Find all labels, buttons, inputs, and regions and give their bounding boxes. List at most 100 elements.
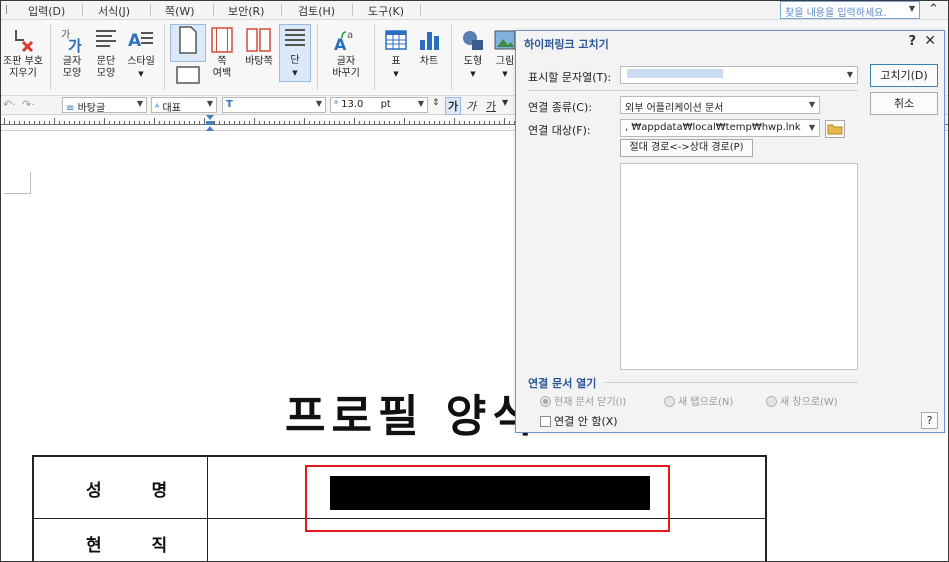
ruler-tick [49, 121, 50, 125]
chevron-down-icon[interactable]: ▼ [502, 98, 508, 107]
ruler-tick [304, 118, 305, 125]
link-target-field[interactable]: , ₩appdata₩local₩temp₩hwp.lnk ▼ [620, 119, 820, 137]
chevron-down-icon[interactable]: ▼ [137, 99, 143, 108]
display-text-field[interactable]: ▼ [620, 66, 858, 84]
ribbon-separator [451, 24, 452, 90]
chevron-down-icon[interactable]: ▼ [207, 99, 213, 108]
style-select[interactable]: ≡ 바탕글 ▼ [62, 97, 147, 113]
radio-new-window[interactable]: 새 창으로(W) [766, 393, 838, 408]
radio-new-tab-label: 새 탭으로(N) [678, 397, 734, 408]
browse-folder-button[interactable] [825, 120, 845, 138]
font-select[interactable]: T ▼ [222, 97, 326, 113]
menu-insert[interactable]: 입력(D) [28, 3, 65, 19]
ribbon-separator [50, 24, 51, 90]
chevron-down-icon[interactable]: ▼ [316, 99, 322, 108]
chevron-down-icon[interactable]: ▼ [418, 99, 424, 108]
radio-unchecked-icon [664, 396, 675, 407]
ruler-tick [434, 121, 435, 125]
ruler-tick [379, 121, 380, 125]
cancel-button[interactable]: 취소 [870, 92, 938, 115]
apply-button[interactable]: 고치기(D) [870, 64, 938, 87]
chevron-down-icon[interactable]: ▼ [809, 123, 815, 132]
undo-icon[interactable]: ↶· [3, 98, 16, 111]
radio-unchecked-icon [766, 396, 777, 407]
ruler-tick [64, 121, 65, 125]
radio-new-tab[interactable]: 새 탭으로(N) [664, 393, 733, 408]
bold-button[interactable]: 가 [445, 97, 462, 115]
font-size-stepper[interactable]: ⇕ [432, 98, 440, 108]
menu-review[interactable]: 검토(H) [298, 3, 335, 19]
menu-tools[interactable]: 도구(K) [368, 3, 404, 19]
menu-page[interactable]: 쪽(W) [165, 3, 195, 19]
chevron-down-icon[interactable]: ▼ [809, 100, 815, 109]
chevron-down-icon[interactable]: ▼ [458, 68, 488, 80]
page-margin-button[interactable]: 쪽 여백 [206, 26, 238, 80]
ruler-tick [419, 121, 420, 125]
underline-button[interactable]: 가 [486, 98, 496, 114]
table-row[interactable]: 성 명 [34, 457, 207, 518]
table-button[interactable]: 표 ▼ [381, 26, 411, 80]
link-type-select[interactable]: 외부 어플리케이션 문서 ▼ [620, 96, 820, 114]
group-divider [604, 382, 858, 383]
help-icon[interactable]: ? [908, 34, 916, 49]
chart-button[interactable]: 차트 [414, 26, 444, 68]
chevron-down-icon[interactable]: ▼ [381, 68, 411, 80]
ruler-tick [179, 121, 180, 125]
page-landscape-button[interactable] [172, 64, 204, 86]
columns-button[interactable]: 단 ▼ [279, 24, 311, 82]
search-input[interactable]: 찾을 내용을 입력하세요. ▼ [780, 1, 920, 19]
ruler-tick [349, 121, 350, 125]
ruler-tick [414, 121, 415, 125]
menu-security[interactable]: 보안(R) [228, 3, 264, 19]
dialog-title-bar[interactable]: 하이퍼링크 고치기 ? ✕ [516, 31, 944, 54]
font-size-field[interactable]: ᵃ 13.0 pt ▼ [330, 97, 428, 113]
radio-close-current[interactable]: 현재 문서 닫기(I) [540, 393, 626, 408]
ruler-tick [289, 121, 290, 125]
path-toggle-button[interactable]: 절대 경로<->상대 경로(P) [620, 139, 753, 157]
shape-button[interactable]: 도형 ▼ [458, 26, 488, 80]
char-change-button[interactable]: A a 글자 바꾸기 [326, 26, 366, 80]
style-select-value: 바탕글 [77, 103, 106, 113]
ruler-tick [54, 118, 55, 125]
ruler-tick [404, 118, 405, 125]
language-select[interactable]: ᴬ 대표 ▼ [151, 97, 217, 113]
menu-format[interactable]: 서식(J) [98, 3, 130, 19]
table-label: 표 [391, 56, 401, 67]
language-icon: ᴬ [155, 103, 160, 113]
close-icon[interactable]: ✕ [924, 33, 936, 49]
char-shape-icon: 가 가 [61, 29, 82, 54]
svg-text:A: A [128, 31, 142, 51]
ruler-tick [4, 118, 5, 125]
no-link-checkbox[interactable]: 연결 안 함(X) [540, 413, 618, 429]
indent-marker-icon[interactable] [206, 115, 214, 131]
char-shape-button[interactable]: 가 가 글자 모양 [56, 26, 88, 80]
chevron-down-icon[interactable]: ▼ [124, 68, 158, 80]
ruler-tick [89, 121, 90, 125]
background-page-button[interactable]: 바탕쪽 [242, 26, 276, 68]
svg-text:가: 가 [68, 37, 82, 54]
ruler-tick [449, 121, 450, 125]
link-target-label: 연결 대상(F): [528, 124, 591, 137]
menu-separator [281, 4, 282, 16]
redo-icon[interactable]: ↷· [22, 98, 35, 111]
style-button[interactable]: A 스타일 ▼ [124, 26, 158, 80]
page-portrait-icon [179, 26, 197, 54]
chevron-down-icon[interactable]: ▼ [909, 4, 915, 13]
link-target-value: , ₩appdata₩local₩temp₩hwp.lnk [625, 122, 801, 133]
chevron-down-icon[interactable]: ▼ [280, 67, 310, 79]
remove-marks-button[interactable]: 조판 부호 지우기 [0, 26, 46, 80]
ruler-tick [294, 121, 295, 125]
italic-button[interactable]: 가 [466, 98, 476, 114]
ruler-tick [299, 121, 300, 125]
ruler-tick [324, 121, 325, 125]
ruler-tick [199, 121, 200, 125]
chevron-down-icon[interactable]: ▼ [847, 70, 853, 79]
para-shape-button[interactable]: 문단 모양 [90, 26, 122, 80]
menu-separator [420, 4, 421, 16]
ruler-tick [164, 121, 165, 125]
table-row[interactable]: 현 직 [34, 519, 207, 562]
ribbon-collapse-icon[interactable]: ⌃ [928, 2, 939, 17]
help-button[interactable]: ? [921, 412, 938, 429]
page-orientation-button[interactable] [170, 24, 206, 62]
ruler-tick [334, 121, 335, 125]
